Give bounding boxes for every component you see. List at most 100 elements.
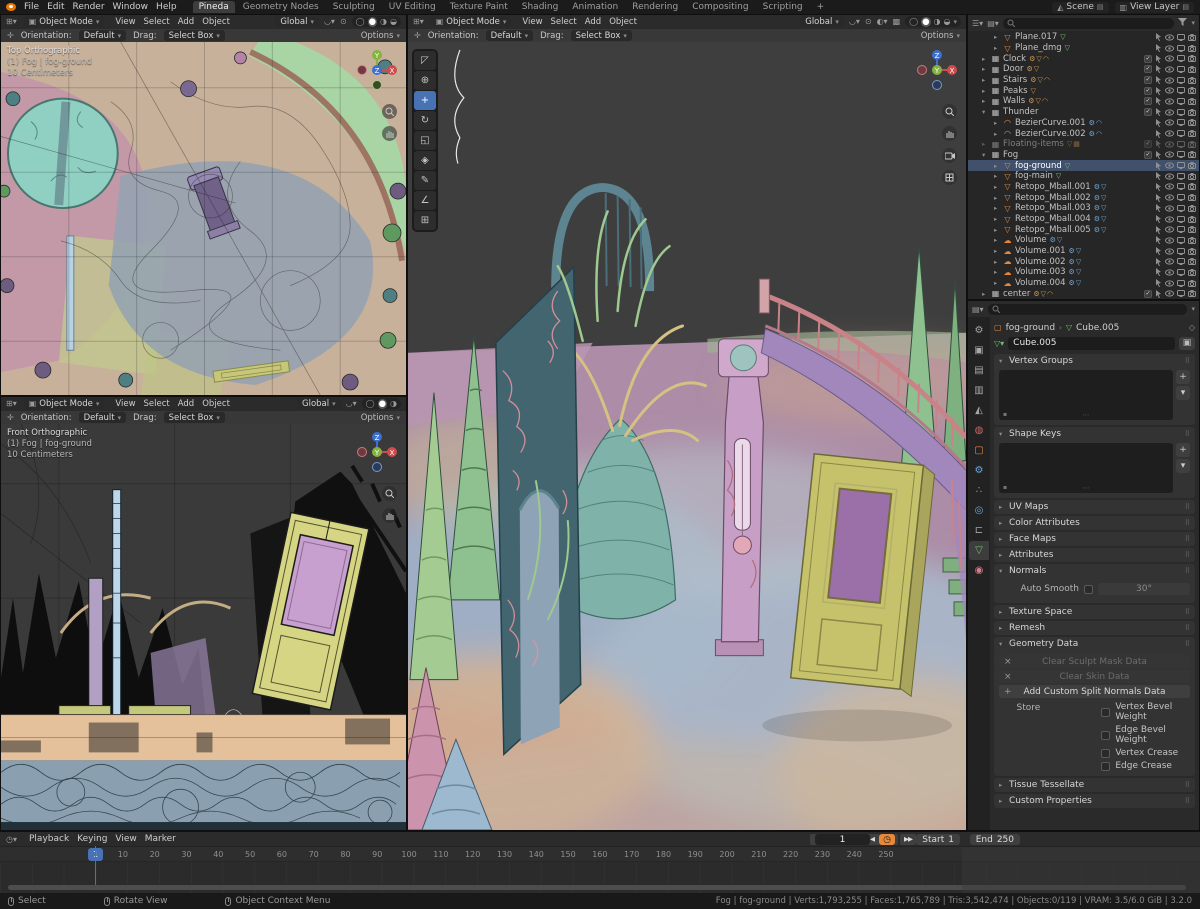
- selectable-icon[interactable]: [1155, 204, 1162, 212]
- expander-icon[interactable]: ▸: [994, 268, 1000, 276]
- outliner-item[interactable]: ▸ ▦ Clock ⚙▽◠ ✓: [968, 53, 1199, 64]
- hide-eye-icon[interactable]: [1165, 77, 1174, 84]
- render-disable-icon[interactable]: [1188, 183, 1196, 190]
- new-layer-icon[interactable]: ▤: [1182, 3, 1189, 11]
- workspace-tab[interactable]: Texture Paint: [444, 1, 514, 13]
- timeline-menu-item[interactable]: Playback: [25, 834, 73, 844]
- pan-hand-icon[interactable]: [382, 508, 397, 523]
- selectable-icon[interactable]: [1155, 215, 1162, 223]
- vertex-groups-list[interactable]: ▪⋯: [999, 370, 1173, 420]
- start-frame-field[interactable]: Start1: [916, 834, 960, 845]
- collection-checkbox-icon[interactable]: ✓: [1144, 140, 1152, 148]
- tool-button[interactable]: ◱: [414, 131, 436, 150]
- viewport-menu-item[interactable]: Select: [547, 17, 581, 27]
- viewport-disable-icon[interactable]: [1177, 66, 1185, 73]
- properties-tab[interactable]: ⊏: [969, 521, 989, 540]
- viewport-canvas-main[interactable]: ◸⊕+↻◱◈✎∠⊞ Z X Y: [408, 42, 966, 830]
- viewport-menu-item[interactable]: Add: [174, 399, 198, 409]
- expander-icon[interactable]: ▸: [994, 130, 1000, 138]
- render-disable-icon[interactable]: [1188, 151, 1196, 158]
- expander-icon[interactable]: ▸: [994, 247, 1000, 255]
- mode-dropdown[interactable]: ▣Object Mode▾: [24, 398, 105, 409]
- expander-icon[interactable]: ▸: [982, 55, 988, 63]
- navigation-gizmo[interactable]: Y X Z: [354, 47, 400, 93]
- collection-checkbox-icon[interactable]: ✓: [1144, 97, 1152, 105]
- workspace-tab[interactable]: Rendering: [626, 1, 684, 13]
- expander-icon[interactable]: ▸: [994, 279, 1000, 287]
- selectable-icon[interactable]: [1155, 76, 1162, 84]
- collection-checkbox-icon[interactable]: ✓: [1144, 65, 1152, 73]
- expander-icon[interactable]: ▸: [994, 33, 1000, 41]
- expander-icon[interactable]: ▸: [994, 183, 1000, 191]
- camera-view-icon[interactable]: [942, 148, 957, 163]
- options-button[interactable]: Options▾: [361, 413, 400, 423]
- zoom-icon[interactable]: [942, 104, 957, 119]
- expander-icon[interactable]: ▸: [994, 215, 1000, 223]
- expander-icon[interactable]: ▸: [982, 65, 988, 73]
- navigation-gizmo[interactable]: Z X Y: [354, 429, 400, 475]
- hide-eye-icon[interactable]: [1165, 55, 1174, 62]
- properties-tab[interactable]: ▤: [969, 361, 989, 380]
- hide-eye-icon[interactable]: [1165, 66, 1174, 73]
- workspace-tab[interactable]: Compositing: [686, 1, 754, 13]
- outliner-item[interactable]: ▾ ▦ Thunder ✓: [968, 107, 1199, 118]
- properties-tab[interactable]: ▽: [969, 541, 989, 560]
- viewport-menu-item[interactable]: Select: [140, 17, 174, 27]
- render-disable-icon[interactable]: [1188, 130, 1196, 137]
- expander-icon[interactable]: ▸: [994, 258, 1000, 266]
- viewport-disable-icon[interactable]: [1177, 162, 1185, 169]
- hide-eye-icon[interactable]: [1165, 109, 1174, 116]
- overlays-icon[interactable]: ◐▾: [877, 17, 888, 26]
- expander-icon[interactable]: ▸: [982, 97, 988, 105]
- menu-item[interactable]: Edit: [43, 2, 68, 12]
- expander-icon[interactable]: ▸: [982, 140, 988, 148]
- scene-selector[interactable]: ◭ Scene ▤: [1052, 2, 1108, 13]
- editor-type-icon[interactable]: ▤▾: [972, 305, 984, 314]
- hide-eye-icon[interactable]: [1165, 269, 1174, 276]
- expander-icon[interactable]: ▾: [982, 151, 988, 159]
- vertex-group-specials-button[interactable]: ▾: [1176, 386, 1190, 400]
- tool-button[interactable]: ⊞: [414, 211, 436, 230]
- viewport-canvas-front[interactable]: Front Orthographic (1) Fog | fog-ground …: [1, 424, 406, 830]
- hide-eye-icon[interactable]: [1165, 280, 1174, 287]
- tool-button[interactable]: ◸: [414, 51, 436, 70]
- render-disable-icon[interactable]: [1188, 77, 1196, 84]
- menu-item[interactable]: Window: [109, 2, 153, 12]
- options-button[interactable]: Options▾: [921, 31, 960, 41]
- properties-tab[interactable]: ◭: [969, 401, 989, 420]
- viewport-canvas-top[interactable]: Top Orthographic (1) Fog | fog-ground 10…: [1, 42, 406, 395]
- properties-tab[interactable]: ◎: [969, 501, 989, 520]
- selectable-icon[interactable]: [1155, 97, 1162, 105]
- collection-checkbox-icon[interactable]: ✓: [1144, 87, 1152, 95]
- selectable-icon[interactable]: [1155, 87, 1162, 95]
- selectable-icon[interactable]: [1155, 279, 1162, 287]
- pan-hand-icon[interactable]: [942, 126, 957, 141]
- expander-icon[interactable]: ▸: [982, 76, 988, 84]
- xray-icon[interactable]: ▩: [893, 17, 901, 26]
- tool-button[interactable]: ↻: [414, 111, 436, 130]
- new-scene-icon[interactable]: ▤: [1097, 3, 1104, 11]
- viewport-disable-icon[interactable]: [1177, 98, 1185, 105]
- outliner-item[interactable]: ▸ ▦ Floating-items ▽▦ ✓: [968, 139, 1199, 150]
- render-disable-icon[interactable]: [1188, 205, 1196, 212]
- editor-type-icon[interactable]: ⊞▾: [6, 17, 17, 26]
- vertex-bevel-weight-checkbox[interactable]: [1101, 708, 1110, 717]
- snap-icon[interactable]: ◡▾: [849, 17, 860, 26]
- editor-type-icon[interactable]: ◷▾: [6, 835, 17, 844]
- hide-eye-icon[interactable]: [1165, 130, 1174, 137]
- selectable-icon[interactable]: [1155, 290, 1162, 298]
- menu-item[interactable]: Help: [152, 2, 181, 12]
- outliner-item[interactable]: ▸ ☁ Volume.002 ⚙▽ ✓: [968, 256, 1199, 267]
- filter-icon[interactable]: [1178, 18, 1187, 28]
- transport-button[interactable]: ▶▶: [900, 834, 916, 845]
- hide-eye-icon[interactable]: [1165, 237, 1174, 244]
- viewport-menu-item[interactable]: Object: [605, 17, 641, 27]
- hide-eye-icon[interactable]: [1165, 183, 1174, 190]
- orientation-dropdown[interactable]: Global▾: [297, 398, 341, 409]
- expander-icon[interactable]: ▾: [982, 108, 988, 116]
- proportional-edit-icon[interactable]: ⊙: [340, 17, 347, 26]
- hide-eye-icon[interactable]: [1165, 194, 1174, 201]
- auto-keying-icon[interactable]: ◷: [879, 834, 895, 845]
- orientation-value[interactable]: Default▾: [79, 30, 127, 41]
- timeline-menu-item[interactable]: Marker: [141, 834, 180, 844]
